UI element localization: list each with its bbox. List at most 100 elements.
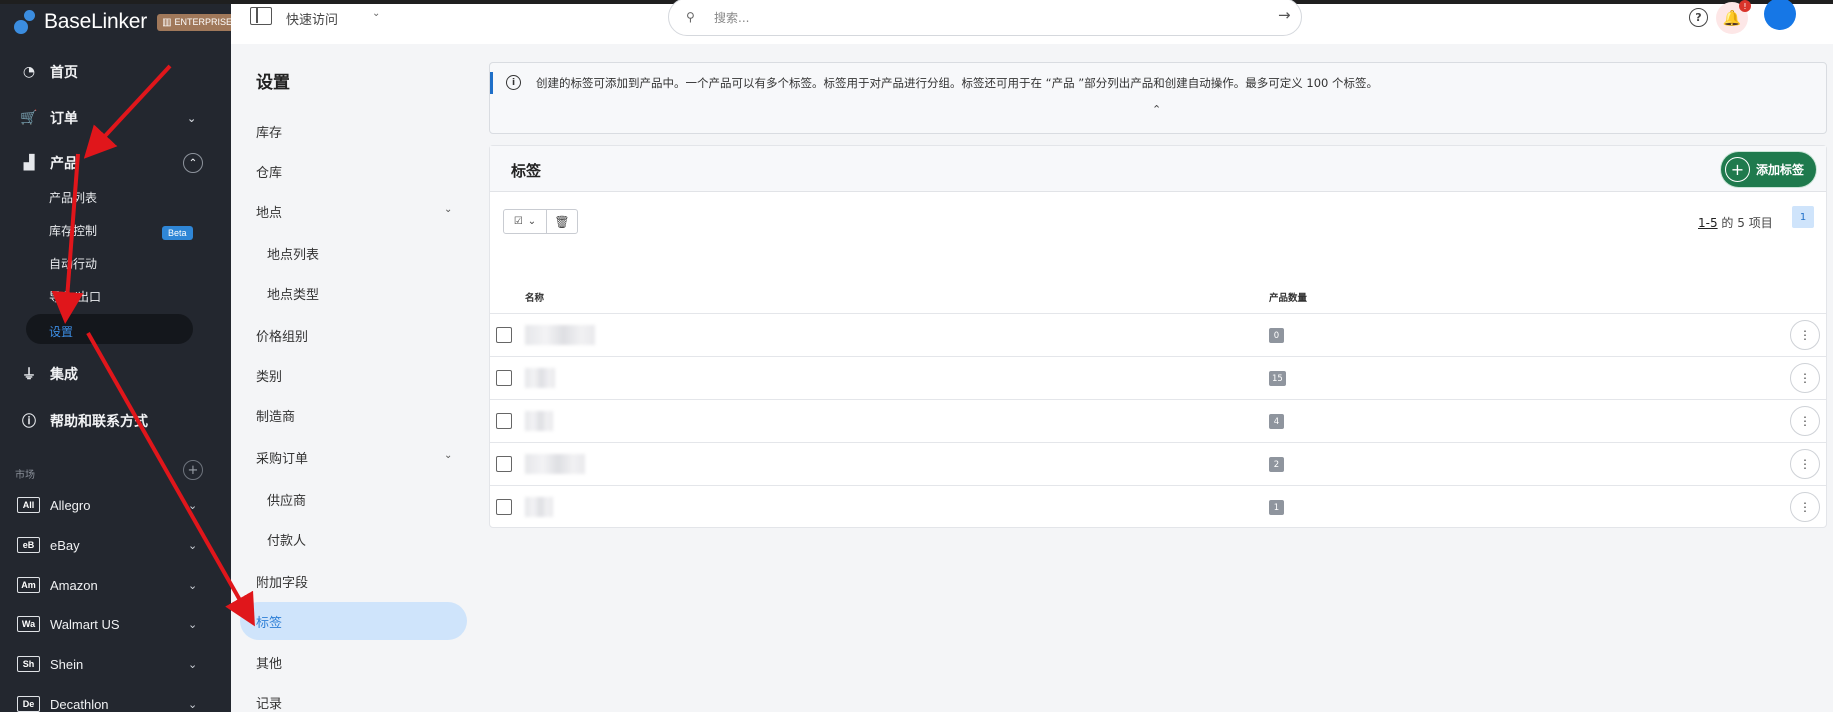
settings-item-warehouse[interactable]: 仓库 — [256, 162, 282, 181]
sidebar-sub-import-export[interactable]: 导入/出口 — [49, 288, 101, 305]
amazon-icon: Am — [17, 577, 40, 593]
row-checkbox[interactable] — [496, 327, 512, 343]
settings-item-locations[interactable]: 地点 — [256, 202, 282, 221]
global-search: ⚲ → — [668, 0, 1302, 36]
pagination-summary: 1-5 的 5 项目 — [1698, 216, 1773, 230]
settings-item-purchase-orders[interactable]: 采购订单 — [256, 448, 308, 467]
info-notice: i 创建的标签可添加到产品中。一个产品可以有多个标签。标签用于对产品进行分组。标… — [489, 62, 1827, 134]
brand-name: BaseLinker — [44, 10, 148, 33]
sidebar-item-home[interactable]: ◔ 首页 — [0, 54, 231, 90]
table-row: 1 ⋮ — [490, 485, 1826, 528]
sidebar-sub-product-list[interactable]: 产品列表 — [49, 189, 97, 206]
cart-icon: 🛒 — [20, 110, 38, 126]
ebay-icon: eB — [17, 537, 40, 553]
sidebar-marketplace-amazon[interactable]: Am Amazon ⌄ — [0, 571, 231, 599]
help-icon[interactable]: ? — [1689, 8, 1708, 27]
chevron-down-icon: ⌄ — [188, 658, 198, 671]
chevron-up-icon[interactable]: ⌃ — [183, 153, 203, 173]
row-menu-icon[interactable]: ⋮ — [1790, 449, 1820, 479]
chevron-down-icon: ⌄ — [188, 579, 198, 592]
trash-icon: 🗑 — [554, 214, 570, 229]
row-checkbox[interactable] — [496, 370, 512, 386]
baselinker-logo-icon — [12, 8, 38, 36]
row-menu-icon[interactable]: ⋮ — [1790, 363, 1820, 393]
sidebar-marketplace-shein[interactable]: Sh Shein ⌄ — [0, 650, 231, 678]
quick-access-label[interactable]: 快速访问 — [286, 9, 338, 28]
settings-item-tags-label: 标签 — [256, 616, 283, 631]
page-button-1[interactable]: 1 — [1792, 206, 1814, 228]
settings-item-logs[interactable]: 记录 — [256, 693, 282, 712]
tags-card-header: 标签 + 添加标签 — [490, 146, 1826, 192]
column-header-product-count[interactable]: 产品数量 — [1269, 290, 1307, 304]
settings-item-categories[interactable]: 类别 — [256, 366, 282, 385]
product-count-badge: 1 — [1269, 500, 1284, 515]
table-row: 2 ⋮ — [490, 442, 1826, 485]
store-icon: ▥ — [162, 16, 172, 28]
bulk-delete-button[interactable]: 🗑 — [546, 209, 578, 234]
sidebar-sub-automatic-actions[interactable]: 自动行动 — [49, 255, 97, 272]
checkbox-icon: ☑ — [513, 216, 523, 227]
settings-item-extra-fields[interactable]: 附加字段 — [256, 572, 308, 591]
chevron-down-icon[interactable]: ⌄ — [444, 450, 452, 461]
chevron-down-icon: ⌄ — [188, 499, 198, 512]
row-menu-icon[interactable]: ⋮ — [1790, 492, 1820, 522]
chevron-down-icon[interactable]: ⌄ — [444, 204, 452, 215]
row-checkbox[interactable] — [496, 413, 512, 429]
search-input[interactable] — [714, 7, 1234, 29]
add-marketplace-icon[interactable]: + — [183, 460, 203, 480]
settings-item-manufacturers[interactable]: 制造商 — [256, 406, 295, 425]
row-menu-icon[interactable]: ⋮ — [1790, 406, 1820, 436]
settings-item-other[interactable]: 其他 — [256, 653, 282, 672]
settings-item-location-types[interactable]: 地点类型 — [267, 284, 319, 303]
settings-item-location-list[interactable]: 地点列表 — [267, 244, 319, 263]
sidebar-item-help[interactable]: ⓘ 帮助和联系方式 — [0, 403, 231, 439]
enterprise-badge: ▥ ENTERPRISE — [157, 13, 238, 31]
info-text: 创建的标签可添加到产品中。一个产品可以有多个标签。标签用于对产品进行分组。标签还… — [536, 76, 1378, 90]
chevron-down-icon: ⌄ — [188, 539, 198, 552]
settings-item-inventory[interactable]: 库存 — [256, 122, 282, 141]
search-icon: ⚲ — [686, 10, 695, 24]
tag-name-redacted[interactable] — [525, 325, 595, 345]
table-row: 4 ⋮ — [490, 399, 1826, 442]
sidebar-marketplace-ebay[interactable]: eB eBay ⌄ — [0, 531, 231, 559]
add-tag-button[interactable]: + 添加标签 — [1721, 152, 1816, 187]
brand-logo[interactable]: BaseLinker ▥ ENTERPRISE — [12, 6, 238, 38]
help-circle-icon: ⓘ — [22, 414, 36, 430]
sidebar-toggle-icon[interactable] — [250, 7, 272, 25]
plug-icon: ⏚ — [22, 367, 36, 383]
row-menu-icon[interactable]: ⋮ — [1790, 320, 1820, 350]
table-row: 0 ⋮ — [490, 313, 1826, 356]
column-header-name[interactable]: 名称 — [525, 290, 544, 304]
tag-name-redacted[interactable] — [525, 411, 553, 431]
sidebar-marketplace-decathlon[interactable]: De Decathlon ⌄ — [0, 690, 231, 712]
product-count-badge: 0 — [1269, 328, 1284, 343]
tag-name-redacted[interactable] — [525, 454, 585, 474]
beta-badge: Beta — [162, 226, 193, 240]
row-checkbox[interactable] — [496, 499, 512, 515]
sidebar-sub-settings-label: 设置 — [49, 325, 74, 339]
settings-item-payers[interactable]: 付款人 — [267, 530, 306, 549]
settings-item-price-groups[interactable]: 价格组别 — [256, 326, 308, 345]
plus-icon: + — [1725, 157, 1750, 182]
shein-icon: Sh — [17, 656, 40, 672]
chevron-down-icon: ⌄ — [188, 618, 198, 631]
sidebar-item-orders[interactable]: 🛒 订单 ⌄ — [0, 100, 231, 136]
chevron-up-icon[interactable]: ⌃ — [1152, 103, 1161, 116]
settings-item-suppliers[interactable]: 供应商 — [267, 490, 306, 509]
sidebar-sub-inventory-control[interactable]: 库存控制 — [49, 222, 97, 239]
sidebar-marketplace-allegro[interactable]: All Allegro ⌄ — [0, 491, 231, 519]
product-count-badge: 4 — [1269, 414, 1284, 429]
bulk-select-dropdown[interactable]: ☑ ⌄ — [503, 209, 547, 234]
avatar[interactable] — [1764, 0, 1796, 30]
arrow-right-icon[interactable]: → — [1278, 6, 1291, 24]
notification-badge: ! — [1739, 0, 1751, 12]
chevron-down-icon[interactable]: ⌄ — [372, 8, 380, 19]
factory-icon: ▟ — [23, 155, 35, 171]
row-checkbox[interactable] — [496, 456, 512, 472]
sidebar-item-integrations[interactable]: ⏚ 集成 — [0, 356, 231, 392]
tag-name-redacted[interactable] — [525, 497, 553, 517]
tag-name-redacted[interactable] — [525, 368, 555, 388]
sidebar-item-products[interactable]: ▟ 产品 ⌃ — [0, 145, 231, 181]
sidebar-marketplace-walmart[interactable]: Wa Walmart US ⌄ — [0, 610, 231, 638]
chevron-down-icon: ⌄ — [188, 698, 198, 711]
